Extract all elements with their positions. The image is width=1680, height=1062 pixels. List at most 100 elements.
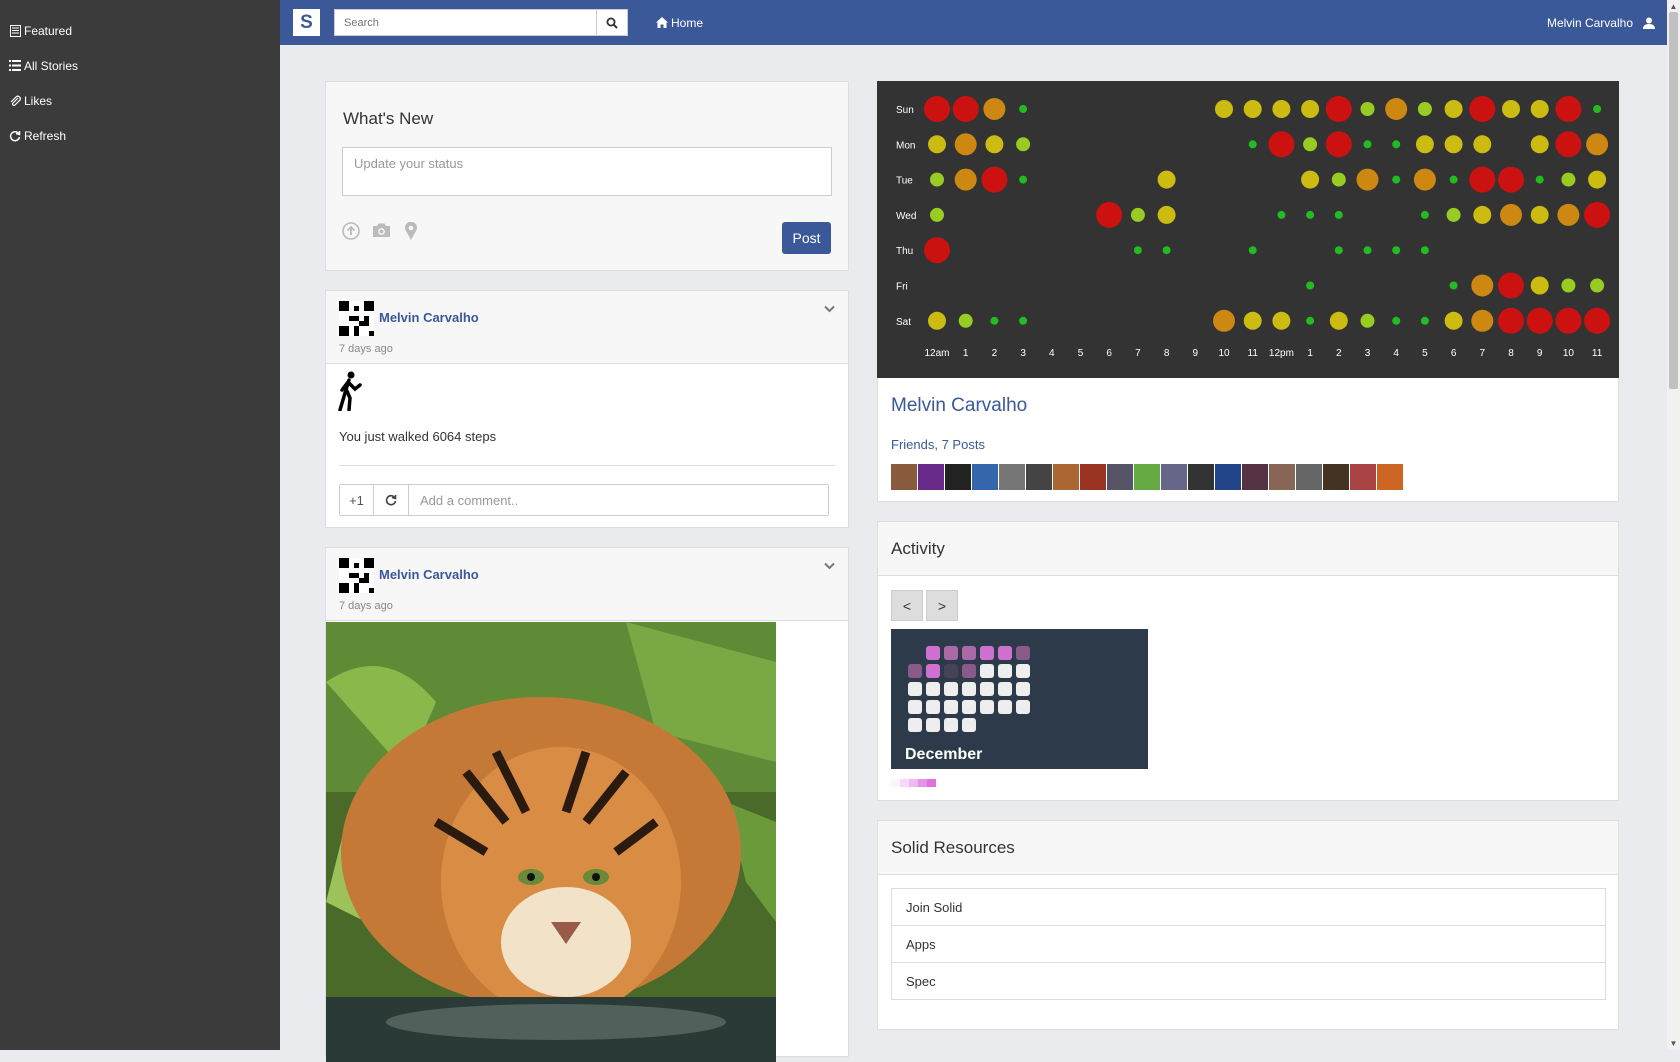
resource-spec[interactable]: Spec (891, 962, 1606, 1000)
friend-avatar[interactable] (1377, 464, 1403, 490)
chevron-down-icon[interactable] (824, 301, 835, 316)
calendar-day[interactable] (944, 664, 958, 678)
heatmap-hour-label: 5 (1078, 348, 1084, 359)
calendar-day[interactable] (944, 718, 958, 732)
profile-name[interactable]: Melvin Carvalho (891, 395, 1027, 417)
friend-avatar[interactable] (1323, 464, 1349, 490)
friend-avatar[interactable] (945, 464, 971, 490)
calendar-day[interactable] (980, 664, 994, 678)
status-input[interactable]: Update your status (342, 147, 832, 196)
calendar-day[interactable] (926, 718, 940, 732)
friend-avatar[interactable] (1188, 464, 1214, 490)
sidebar-item-all-stories[interactable]: All Stories (0, 48, 280, 83)
friend-avatar[interactable] (1215, 464, 1241, 490)
location-icon[interactable] (404, 221, 418, 243)
search-button[interactable] (596, 10, 627, 35)
sidebar: Featured All Stories Likes Refresh (0, 0, 280, 1050)
friend-avatar[interactable] (1161, 464, 1187, 490)
post-text: You just walked 6064 steps (339, 429, 497, 444)
heatmap-dot (990, 316, 999, 325)
calendar-day[interactable] (926, 700, 940, 714)
calendar-day[interactable] (944, 682, 958, 696)
heatmap-dot (1446, 207, 1461, 222)
calendar-day[interactable] (944, 646, 958, 660)
posts-link[interactable]: 7 Posts (942, 437, 985, 452)
calendar-day[interactable] (962, 646, 976, 660)
friend-avatar[interactable] (1134, 464, 1160, 490)
friend-avatar[interactable] (1080, 464, 1106, 490)
calendar-day[interactable] (962, 700, 976, 714)
post-time: 7 days ago (339, 343, 393, 355)
plus-one-button[interactable]: +1 (340, 485, 374, 515)
user-menu[interactable]: Melvin Carvalho (1547, 16, 1655, 30)
heatmap-dot (1277, 210, 1286, 219)
chevron-down-icon[interactable] (824, 558, 835, 573)
calendar-day[interactable] (908, 718, 922, 732)
next-month-button[interactable]: > (926, 590, 958, 621)
upload-icon[interactable] (342, 222, 360, 243)
calendar-day[interactable] (926, 646, 940, 660)
sidebar-item-refresh[interactable]: Refresh (0, 118, 280, 153)
calendar-day[interactable] (980, 682, 994, 696)
heatmap-dot (1329, 311, 1348, 330)
sidebar-item-label: Likes (24, 93, 53, 108)
page-scrollbar[interactable]: ▲ ▼ (1667, 0, 1680, 1050)
calendar-day[interactable] (944, 700, 958, 714)
prev-month-button[interactable]: < (891, 590, 923, 621)
friend-avatar[interactable] (1053, 464, 1079, 490)
calendar-day[interactable] (908, 664, 922, 678)
camera-icon[interactable] (372, 222, 391, 241)
sidebar-item-featured[interactable]: Featured (0, 13, 280, 48)
calendar-day[interactable] (962, 718, 976, 732)
calendar-day[interactable] (998, 664, 1012, 678)
sidebar-item-likes[interactable]: Likes (0, 83, 280, 118)
calendar-day[interactable] (926, 664, 940, 678)
friend-avatar[interactable] (1242, 464, 1268, 490)
calendar-day[interactable] (1016, 700, 1030, 714)
heatmap-hour-label: 8 (1508, 348, 1514, 359)
home-link[interactable]: Home (656, 16, 703, 30)
friend-avatar[interactable] (891, 464, 917, 490)
qr-avatar[interactable] (339, 558, 374, 593)
heatmap-hour-label: 11 (1592, 348, 1603, 359)
heatmap-dot (1019, 175, 1028, 184)
friend-avatar[interactable] (1107, 464, 1133, 490)
scroll-down-arrow[interactable]: ▼ (1667, 1039, 1680, 1048)
post-author[interactable]: Melvin Carvalho (379, 310, 479, 325)
post-author[interactable]: Melvin Carvalho (379, 567, 479, 582)
friends-link[interactable]: Friends (891, 437, 934, 452)
friend-avatar[interactable] (1296, 464, 1322, 490)
calendar-day[interactable] (980, 646, 994, 660)
post-button[interactable]: Post (782, 222, 831, 254)
search-input[interactable] (335, 10, 596, 35)
calendar-day[interactable] (1016, 682, 1030, 696)
app-logo[interactable]: S (293, 9, 320, 36)
scrollbar-thumb[interactable] (1669, 12, 1678, 389)
calendar-day[interactable] (962, 664, 976, 678)
calendar-day[interactable] (1016, 646, 1030, 660)
qr-avatar[interactable] (339, 301, 374, 336)
tiger-photo[interactable] (326, 622, 776, 1062)
calendar-day[interactable] (926, 682, 940, 696)
calendar-day[interactable] (998, 646, 1012, 660)
calendar-day[interactable] (998, 682, 1012, 696)
heatmap-hour-label: 5 (1422, 348, 1428, 359)
scroll-up-arrow[interactable]: ▲ (1667, 2, 1680, 11)
friend-avatar[interactable] (999, 464, 1025, 490)
calendar-day[interactable] (980, 700, 994, 714)
friend-avatar[interactable] (918, 464, 944, 490)
calendar-day[interactable] (1016, 664, 1030, 678)
calendar-day[interactable] (998, 700, 1012, 714)
calendar-day[interactable] (908, 682, 922, 696)
friend-avatar[interactable] (1026, 464, 1052, 490)
calendar-day[interactable] (962, 682, 976, 696)
friend-avatar[interactable] (1350, 464, 1376, 490)
resource-join-solid[interactable]: Join Solid (891, 888, 1606, 926)
resource-apps[interactable]: Apps (891, 925, 1606, 963)
reshare-button[interactable] (374, 485, 409, 515)
heatmap-dot (1301, 100, 1320, 118)
friend-avatar[interactable] (972, 464, 998, 490)
friend-avatar[interactable] (1269, 464, 1295, 490)
comment-input[interactable]: Add a comment.. (409, 485, 828, 515)
calendar-day[interactable] (908, 700, 922, 714)
